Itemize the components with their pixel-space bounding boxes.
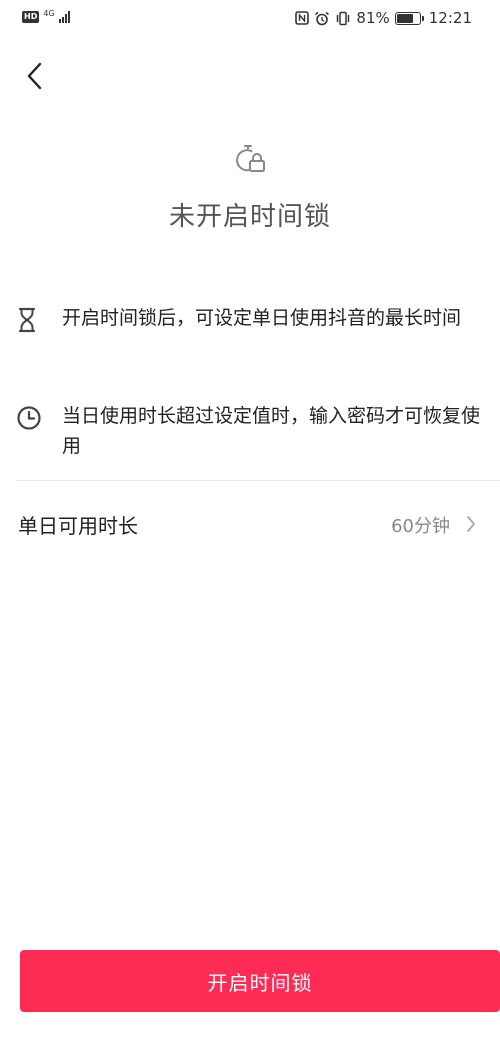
timer-lock-icon (236, 145, 265, 172)
vibrate-icon (337, 11, 350, 25)
info-text: 当日使用时长超过设定值时，输入密码才可恢复使用 (62, 405, 481, 457)
divider (16, 480, 500, 481)
nfc-icon (295, 11, 310, 25)
chevron-left-icon (27, 62, 42, 90)
info-item-clock: 当日使用时长超过设定值时，输入密码才可恢复使用 (16, 401, 486, 461)
daily-limit-setting-row[interactable]: 单日可用时长 60分钟 (0, 482, 500, 568)
clock-icon (17, 406, 41, 430)
battery-level-fill (396, 13, 413, 23)
status-left: HD 4G (22, 9, 70, 23)
status-time: 12:21 (428, 9, 472, 27)
status-right: 81% 12:21 (295, 9, 472, 27)
info-text: 开启时间锁后，可设定单日使用抖音的最长时间 (62, 307, 462, 329)
alarm-icon (315, 11, 330, 25)
status-bar: HD 4G 81% 12:21 (0, 0, 500, 38)
info-item-hourglass: 开启时间锁后，可设定单日使用抖音的最长时间 (16, 303, 486, 337)
hourglass-icon (18, 307, 36, 333)
hd-badge: HD (22, 11, 40, 23)
setting-label: 单日可用时长 (18, 514, 138, 538)
page-title: 未开启时间锁 (168, 202, 331, 232)
back-button[interactable] (14, 56, 54, 96)
setting-value: 60分钟 (391, 516, 450, 537)
battery-percent: 81% (356, 9, 390, 27)
signal-icon (58, 11, 70, 23)
enable-time-lock-button[interactable]: 开启时间锁 (20, 950, 500, 1012)
chevron-right-icon (467, 516, 475, 532)
network-type: 4G (43, 9, 55, 18)
battery-icon (394, 11, 424, 25)
